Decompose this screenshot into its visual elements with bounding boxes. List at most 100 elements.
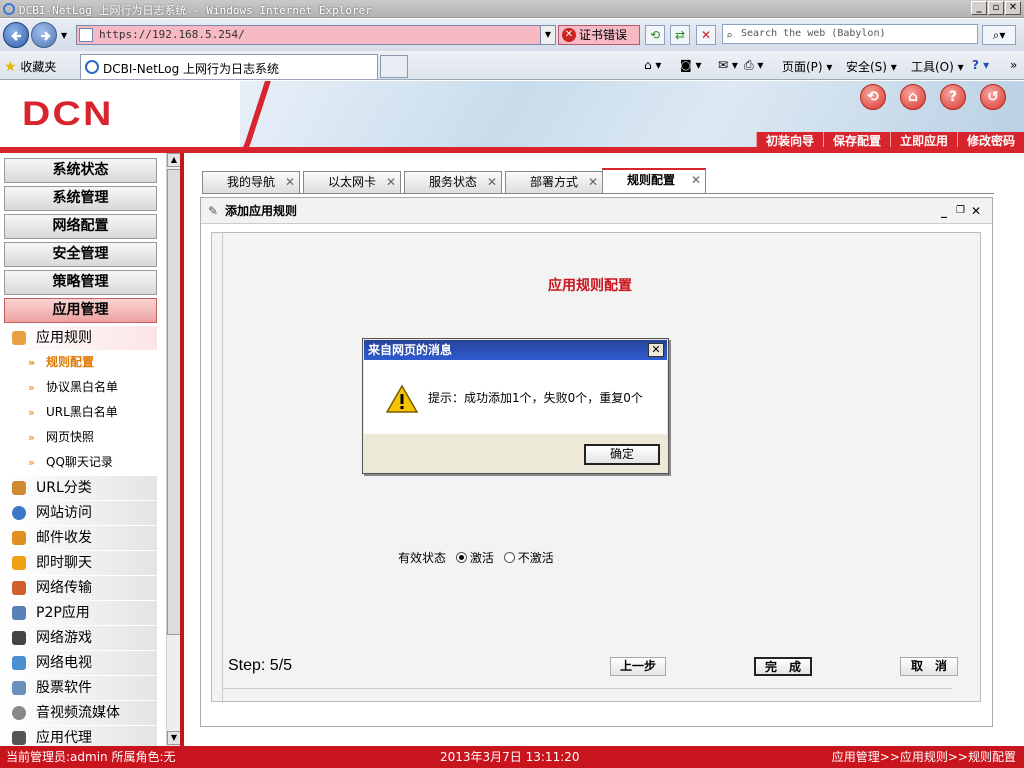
- address-dropdown-icon[interactable]: ▼: [540, 26, 555, 44]
- home-icon[interactable]: ⌂ ▾: [644, 58, 661, 72]
- history-dropdown-icon[interactable]: ▼: [61, 31, 67, 40]
- page-menu[interactable]: 页面(P) ▾: [782, 58, 832, 75]
- arrow-icon: »: [28, 356, 36, 369]
- panel-minimize-icon[interactable]: _: [941, 198, 947, 224]
- tab-close-icon[interactable]: ✕: [386, 172, 396, 192]
- sidebar-item-games[interactable]: 网络游戏: [4, 626, 157, 650]
- sidebar-group-system-admin[interactable]: 系统管理: [4, 186, 157, 211]
- proxy-icon: [12, 731, 26, 745]
- safety-menu[interactable]: 安全(S) ▾: [846, 58, 897, 75]
- maximize-button[interactable]: ▫: [988, 1, 1004, 15]
- star-icon: ★: [4, 59, 17, 75]
- tab-close-icon[interactable]: ✕: [487, 172, 497, 192]
- tab-my-nav[interactable]: 我的导航 ✕: [202, 171, 300, 193]
- sidebar-group-security[interactable]: 安全管理: [4, 242, 157, 267]
- tab-label: 我的导航: [227, 175, 276, 189]
- scroll-down-icon[interactable]: ▼: [167, 731, 180, 745]
- sidebar-subitem-url-list[interactable]: » URL黑白名单: [4, 400, 157, 425]
- favorites-button[interactable]: ★ 收藏夹: [4, 58, 56, 75]
- sidebar-scrollbar[interactable]: ▲ ▼: [166, 153, 180, 746]
- compat-view-icon[interactable]: ⟲: [645, 25, 665, 45]
- help-icon[interactable]: ? ▾: [972, 58, 989, 72]
- sidebar-item-label: P2P应用: [36, 605, 90, 621]
- exit-icon[interactable]: ↺: [980, 84, 1006, 110]
- sidebar-subitem-protocol-list[interactable]: » 协议黑白名单: [4, 375, 157, 400]
- sidebar-item-label: 音视频流媒体: [36, 705, 120, 721]
- p2p-icon: [12, 606, 26, 620]
- sidebar-item-p2p[interactable]: P2P应用: [4, 601, 157, 625]
- tab-close-icon[interactable]: ✕: [285, 172, 295, 192]
- help-icon[interactable]: ?: [940, 84, 966, 110]
- print-icon[interactable]: ⎙ ▾: [744, 58, 763, 73]
- panel-header: ✎ 添加应用规则 _ ❐ ✕: [201, 198, 992, 224]
- sidebar-item-im[interactable]: 即时聊天: [4, 551, 157, 575]
- sidebar-item-url-category[interactable]: URL分类: [4, 476, 157, 500]
- radio-active[interactable]: [455, 552, 467, 563]
- sidebar-item-transfer[interactable]: 网络传输: [4, 576, 157, 600]
- finish-button[interactable]: 完 成: [754, 657, 812, 676]
- tab-rule-config[interactable]: 规则配置 ✕: [602, 168, 706, 194]
- search-placeholder: Search the web (Babylon): [741, 28, 886, 39]
- sidebar-group-policy[interactable]: 策略管理: [4, 270, 157, 295]
- tools-menu[interactable]: 工具(O) ▾: [911, 58, 964, 75]
- logout-icon[interactable]: ⟲: [860, 84, 886, 110]
- search-icon: ⌕: [726, 29, 733, 42]
- refresh-icon[interactable]: ⇄: [670, 25, 690, 45]
- dialog-close-button[interactable]: ✕: [648, 343, 664, 357]
- cert-error-button[interactable]: ✕ 证书错误: [558, 25, 640, 45]
- sidebar-item-stock[interactable]: 股票软件: [4, 676, 157, 700]
- scroll-up-icon[interactable]: ▲: [167, 153, 180, 167]
- feeds-icon[interactable]: ◙ ▾: [680, 58, 701, 72]
- prev-step-button[interactable]: 上一步: [610, 657, 666, 676]
- sidebar-item-proxy[interactable]: 应用代理: [4, 726, 157, 746]
- tab-label: 服务状态: [429, 175, 478, 189]
- panel-close-icon[interactable]: ✕: [971, 198, 981, 224]
- cancel-button[interactable]: 取 消: [900, 657, 958, 676]
- tab-ethernet[interactable]: 以太网卡 ✕: [303, 171, 401, 193]
- sidebar-group-network-config[interactable]: 网络配置: [4, 214, 157, 239]
- panel-restore-icon[interactable]: ❐: [956, 198, 965, 224]
- overflow-icon[interactable]: »: [1010, 58, 1017, 72]
- sidebar-group-app-mgmt[interactable]: 应用管理: [4, 298, 157, 323]
- ie-tab-icon: [85, 60, 99, 74]
- back-button[interactable]: [3, 22, 29, 48]
- sidebar-item-app-rule[interactable]: 应用规则: [4, 326, 157, 350]
- tab-service-status[interactable]: 服务状态 ✕: [404, 171, 502, 193]
- tab-close-icon[interactable]: ✕: [691, 170, 701, 190]
- browser-tab[interactable]: DCBI-NetLog 上网行为日志系统: [80, 54, 378, 79]
- address-input[interactable]: https://192.168.5.254/ ▼: [76, 25, 556, 45]
- search-input[interactable]: ⌕ Search the web (Babylon): [722, 24, 978, 44]
- new-tab-button[interactable]: [380, 55, 408, 78]
- mail-icon[interactable]: ✉ ▾: [718, 58, 738, 72]
- sidebar-subitem-qq-log[interactable]: » QQ聊天记录: [4, 450, 157, 475]
- close-window-button[interactable]: ✕: [1005, 1, 1021, 15]
- tab-deploy-mode[interactable]: 部署方式 ✕: [505, 171, 603, 193]
- sidebar-item-web-access[interactable]: 网站访问: [4, 501, 157, 525]
- sidebar-item-streaming[interactable]: 音视频流媒体: [4, 701, 157, 725]
- search-go-icon[interactable]: ⌕▾: [982, 25, 1016, 45]
- tab-close-icon[interactable]: ✕: [588, 172, 598, 192]
- minimize-button[interactable]: _: [971, 1, 987, 15]
- radio-inactive-label[interactable]: 不激活: [518, 551, 554, 565]
- mail-icon: [12, 531, 26, 545]
- dialog-ok-button[interactable]: 确定: [584, 444, 660, 465]
- back-arrow-icon: [11, 31, 21, 41]
- sidebar-item-tv[interactable]: 网络电视: [4, 651, 157, 675]
- sidebar-subitem-snapshot[interactable]: » 网页快照: [4, 425, 157, 450]
- stop-icon[interactable]: ✕: [696, 25, 716, 45]
- globe-icon: [12, 506, 26, 520]
- radio-inactive[interactable]: [503, 552, 515, 563]
- app-rule-icon: [12, 331, 26, 345]
- tab-label: 规则配置: [627, 173, 676, 187]
- address-url: https://192.168.5.254/: [99, 28, 245, 41]
- forward-button[interactable]: [31, 22, 57, 48]
- forward-arrow-icon: [41, 31, 51, 41]
- home-icon[interactable]: ⌂: [900, 84, 926, 110]
- sidebar-subitem-rule-config[interactable]: » 规则配置: [4, 350, 157, 375]
- radio-active-label[interactable]: 激活: [470, 551, 494, 565]
- scroll-thumb[interactable]: [167, 169, 180, 635]
- status-row: 有效状态 激活 不激活: [398, 549, 554, 566]
- dialog-title: 来自网页的消息 ✕: [364, 340, 667, 360]
- sidebar-group-system-status[interactable]: 系统状态: [4, 158, 157, 183]
- sidebar-item-mail[interactable]: 邮件收发: [4, 526, 157, 550]
